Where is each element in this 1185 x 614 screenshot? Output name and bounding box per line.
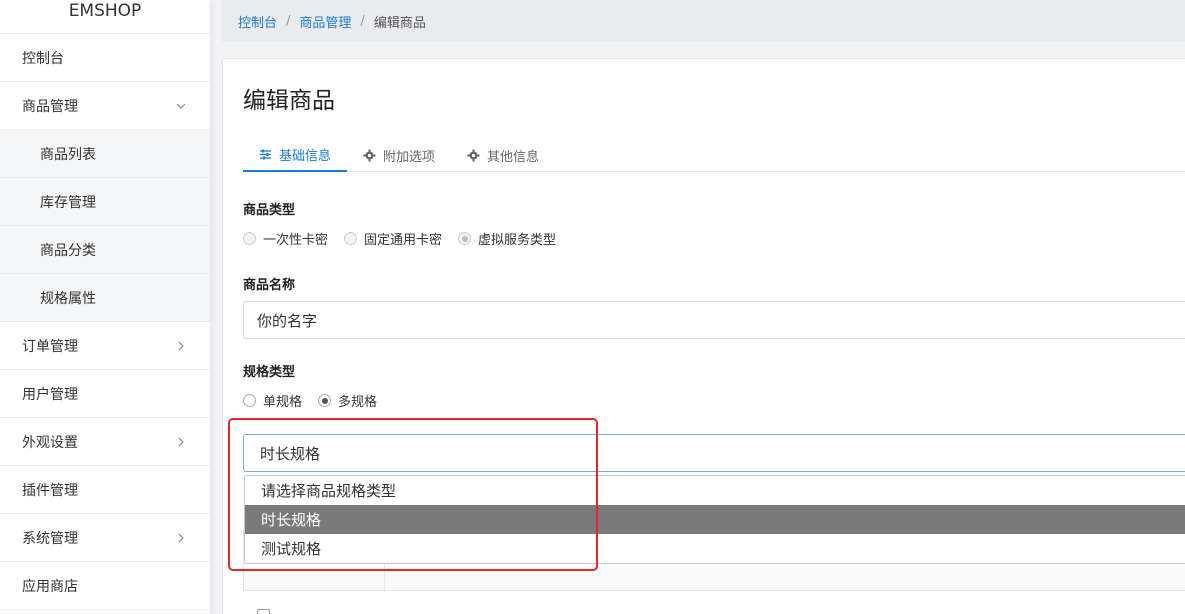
sidebar-item-spec-attributes[interactable]: 规格属性 — [0, 274, 210, 322]
radio-button[interactable] — [243, 232, 256, 245]
tab-label: 其他信息 — [487, 150, 540, 165]
sidebar-item-categories[interactable]: 商品分类 — [0, 226, 210, 274]
chevron-down-icon — [174, 99, 188, 113]
radio-button[interactable] — [318, 394, 332, 407]
chevron-right-icon — [174, 435, 188, 449]
sidebar-item-system[interactable]: 系统管理 — [0, 514, 210, 562]
breadcrumb-separator: / — [286, 13, 291, 29]
tab-label: 基础信息 — [279, 149, 332, 164]
spec-template-dropdown: 请选择商品规格类型 时长规格 测试规格 — [244, 475, 1185, 564]
sidebar-item-label: 订单管理 — [22, 338, 78, 355]
spec-template-select[interactable]: 时长规格 — [243, 434, 1185, 472]
product-type-label: 商品类型 — [243, 203, 296, 218]
tab-basic-info[interactable]: 基础信息 — [243, 139, 348, 172]
sliders-icon — [259, 148, 272, 161]
product-type-option-fixed[interactable]: 固定通用卡密 — [344, 229, 442, 248]
breadcrumb-current: 编辑商品 — [373, 15, 426, 31]
sidebar-item-label: 插件管理 — [22, 482, 78, 499]
sidebar-item-label: 库存管理 — [40, 194, 96, 211]
dropdown-option-test-spec[interactable]: 测试规格 — [245, 534, 1185, 563]
sidebar-item-products[interactable]: 商品管理 — [0, 82, 210, 130]
radio-button[interactable] — [344, 232, 358, 245]
dropdown-option-placeholder[interactable]: 请选择商品规格类型 — [245, 476, 1185, 505]
sidebar-item-label: 控制台 — [22, 50, 64, 67]
product-type-radio-group: 一次性卡密 固定通用卡密 虚拟服务类型 — [243, 229, 572, 248]
sidebar-item-label: 商品管理 — [22, 98, 78, 115]
breadcrumb-separator: / — [360, 13, 365, 29]
chevron-right-icon — [174, 531, 188, 545]
radio-label: 虚拟服务类型 — [478, 233, 557, 248]
sidebar-item-label: 商品分类 — [40, 242, 96, 259]
sidebar-item-label: 商品列表 — [40, 146, 96, 163]
row-checkbox[interactable] — [257, 609, 270, 614]
spec-type-label: 规格类型 — [243, 365, 296, 380]
sidebar-item-app-store[interactable]: 应用商店 — [0, 562, 210, 610]
breadcrumb-link-dashboard[interactable]: 控制台 — [238, 12, 277, 31]
sidebar-item-orders[interactable]: 订单管理 — [0, 322, 210, 370]
sidebar-item-label: 外观设置 — [22, 434, 78, 451]
tab-other-info[interactable]: 其他信息 — [451, 139, 555, 172]
breadcrumb: 控制台 / 商品管理 / 编辑商品 — [222, 0, 1185, 42]
radio-button[interactable] — [458, 232, 472, 245]
chevron-right-icon — [174, 339, 188, 353]
breadcrumb-link-products[interactable]: 商品管理 — [299, 12, 351, 31]
sidebar-item-plugins[interactable]: 插件管理 — [0, 466, 210, 514]
spec-type-radio-group: 单规格 多规格 — [243, 391, 393, 410]
spec-type-option-multiple[interactable]: 多规格 — [318, 391, 377, 410]
spec-type-option-single[interactable]: 单规格 — [243, 391, 302, 410]
radio-label: 一次性卡密 — [263, 233, 329, 248]
radio-label: 单规格 — [263, 395, 303, 410]
gear-icon — [363, 149, 376, 162]
tab-label: 附加选项 — [383, 150, 436, 165]
sidebar-item-product-list[interactable]: 商品列表 — [0, 130, 210, 178]
tab-extra-options[interactable]: 附加选项 — [347, 139, 451, 172]
edit-product-card: 编辑商品 基础信息 附加选项 其他信息 商品类型 一次性卡密 固定通用卡密 虚拟… — [222, 58, 1185, 614]
sidebar-item-appearance[interactable]: 外观设置 — [0, 418, 210, 466]
radio-label: 固定通用卡密 — [364, 233, 443, 248]
sidebar-item-label: 系统管理 — [22, 530, 78, 547]
sidebar-item-users[interactable]: 用户管理 — [0, 370, 210, 418]
tab-bar: 基础信息 附加选项 其他信息 — [243, 139, 1185, 172]
brand-logo: EMSHOP — [0, 0, 210, 34]
sidebar-item-label: 用户管理 — [22, 386, 78, 403]
page-title: 编辑商品 — [243, 88, 335, 114]
product-name-input[interactable]: 你的名字 — [243, 301, 1185, 339]
sidebar-item-dashboard[interactable]: 控制台 — [0, 34, 210, 82]
gear-icon — [467, 149, 480, 162]
dropdown-option-duration-spec[interactable]: 时长规格 — [245, 505, 1185, 534]
sidebar-item-label: 应用商店 — [22, 578, 78, 595]
product-type-option-virtual-service[interactable]: 虚拟服务类型 — [458, 229, 556, 248]
sidebar-item-label: 规格属性 — [40, 290, 96, 307]
product-type-option-one-time[interactable]: 一次性卡密 — [243, 229, 328, 248]
sidebar-item-inventory[interactable]: 库存管理 — [0, 178, 210, 226]
sidebar: EMSHOP 控制台 商品管理 商品列表 库存管理 商品分类 规格属性 订单管理… — [0, 0, 210, 614]
radio-label: 多规格 — [338, 395, 378, 410]
radio-button[interactable] — [243, 394, 256, 407]
product-name-label: 商品名称 — [243, 278, 296, 293]
